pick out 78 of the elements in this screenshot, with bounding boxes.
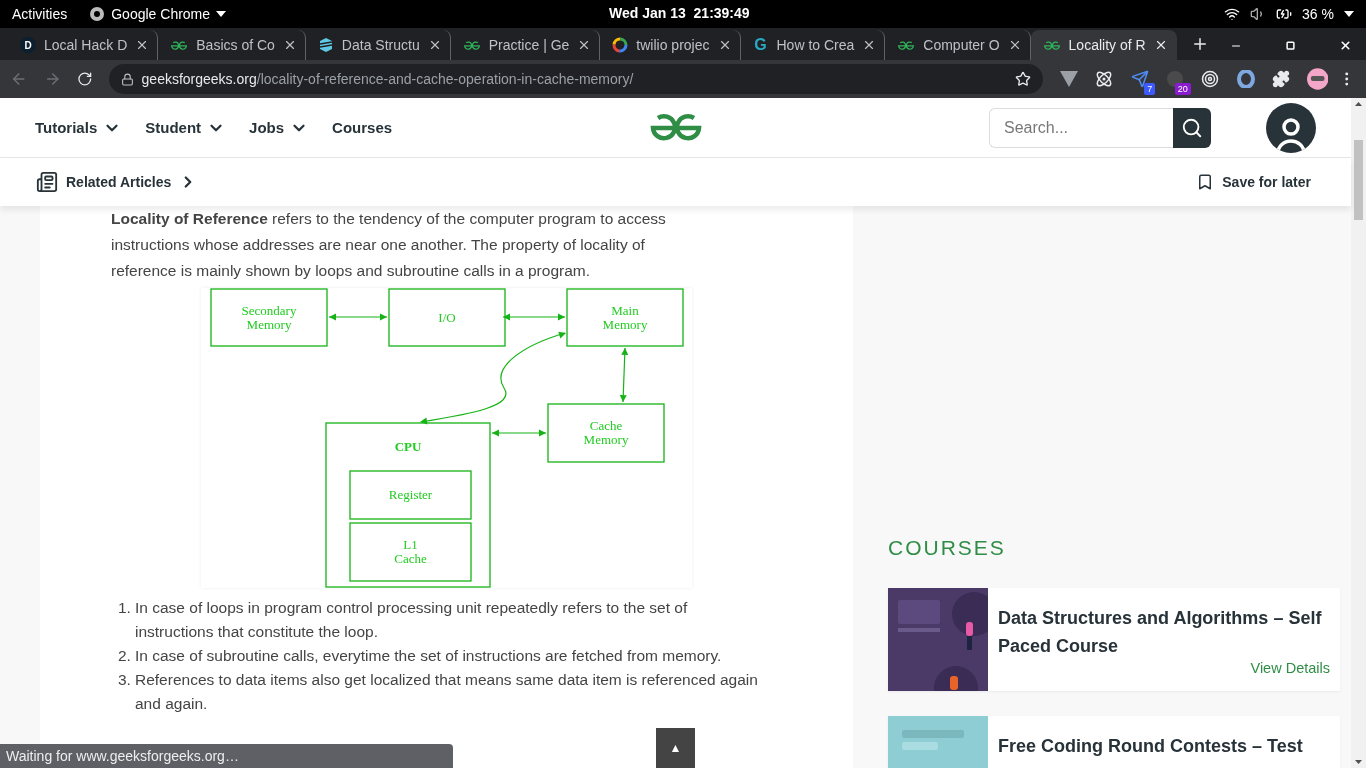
scrollbar-thumb[interactable] [1354, 140, 1363, 220]
target-icon[interactable] [1201, 70, 1220, 88]
search-icon [1181, 116, 1203, 139]
related-articles-link[interactable]: Related Articles [36, 171, 198, 193]
favicon: D [20, 37, 36, 53]
view-details-link[interactable]: View Details [1250, 660, 1330, 676]
scrollbar[interactable] [1351, 98, 1366, 768]
box-label: Register [388, 487, 433, 502]
caret-icon [1344, 11, 1354, 17]
list-number: 1. [118, 598, 130, 618]
search-field[interactable]: Search... [989, 107, 1173, 148]
favicon [317, 37, 334, 53]
scroll-top-button[interactable]: ▲ [656, 728, 695, 768]
course-card[interactable]: Data Structures and Algorithms – Self Paced Course View Details [888, 588, 1340, 691]
activities-button[interactable]: Activities [12, 6, 68, 22]
save-for-later-link[interactable]: Save for later [1196, 173, 1311, 191]
double-arrow [491, 429, 547, 437]
star-icon[interactable] [1014, 71, 1031, 87]
favicon [612, 37, 629, 53]
intro-paragraph: Locality of Reference refers to the tendency of the computer program to access instructions whose addresses are near one another. The property of locality of reference is mainly shown by loops and subroutine calls in a program. [111, 209, 667, 281]
box-label: I/O [438, 309, 456, 325]
circle-icon[interactable] [1166, 70, 1184, 88]
url-host: geeksforgeeks.org [141, 71, 257, 87]
list-item-text: In case of subroutine calls, everytime the set of instructions are fetched from memory. [135, 646, 723, 666]
favicon [1042, 40, 1061, 50]
nav-menu[interactable]: Jobs [249, 118, 309, 137]
browser-tab[interactable]: Locality of R [1030, 30, 1177, 60]
status-bubble: Waiting for www.geeksforgeeks.org… [0, 744, 453, 768]
avatar-icon[interactable] [1307, 68, 1329, 90]
paper-plane-icon[interactable] [1130, 70, 1149, 88]
app-menu[interactable]: Google Chrome [111, 6, 211, 22]
address-bar[interactable]: geeksforgeeks.org/locality-of-reference-and-cache-operation-in-cache-memory/ [108, 64, 1043, 94]
double-arrow [502, 313, 566, 321]
ring-icon[interactable] [1236, 70, 1255, 88]
box-label: CPU [394, 439, 422, 454]
caret-icon [216, 11, 227, 17]
favicon [462, 40, 481, 50]
course-card[interactable]: Free Coding Round Contests – Test [888, 716, 1340, 768]
atom-icon[interactable] [1095, 70, 1114, 88]
articles-icon [36, 171, 58, 193]
battery-icon[interactable] [1276, 6, 1293, 22]
maximize-icon[interactable] [1286, 41, 1295, 50]
puzzle-icon[interactable] [1272, 70, 1291, 88]
box-label: Secondary Memory [241, 302, 297, 332]
triangle-icon[interactable] [1059, 71, 1078, 87]
user-avatar[interactable] [1266, 102, 1316, 153]
scroll-down-icon[interactable] [1355, 760, 1362, 764]
search-button[interactable] [1173, 107, 1211, 148]
list-number: 2. [118, 646, 130, 666]
double-arrow [328, 313, 388, 321]
favicon: G [753, 37, 768, 53]
favicon [170, 40, 189, 50]
list-item-text: In case of loops in program control processing unit repeatedly refers to the set of instructions that constitute the loop. [135, 598, 689, 642]
count-badge: 20 [1174, 83, 1191, 95]
count-badge: 7 [1144, 83, 1156, 95]
wifi-icon[interactable] [1224, 6, 1241, 22]
course-title: Data Structures and Algorithms – Self Paced Course [998, 607, 1323, 658]
reload-icon[interactable] [77, 71, 93, 87]
box-label: L1 Cache [394, 537, 427, 566]
battery-level: 36 % [1302, 6, 1334, 22]
clock[interactable]: Wed Jan 13 21:39:49 [609, 5, 750, 21]
list-item-text: References to data items also get localized that means same data item is referenced again and again. [135, 670, 759, 714]
double-arrow [619, 347, 629, 403]
site-logo[interactable] [648, 113, 704, 141]
favicon [897, 40, 916, 50]
url-path: /locality-of-reference-and-cache-operation-in-cache-memory/ [256, 71, 634, 87]
section-heading: COURSES [888, 536, 1007, 560]
list-number: 3. [118, 670, 130, 690]
nav-menu[interactable]: Student [145, 118, 226, 137]
nav-menu[interactable]: Courses [332, 119, 393, 136]
app-icon [89, 6, 106, 22]
box-label: Main Memory [602, 302, 648, 332]
close-icon[interactable] [1339, 39, 1352, 52]
course-title: Free Coding Round Contests – Test [998, 735, 1304, 758]
scroll-up-icon[interactable] [1355, 102, 1362, 106]
nav-menu[interactable]: Tutorials [35, 118, 122, 137]
box-label: Cache Memory [583, 418, 629, 447]
lock-icon [120, 72, 134, 86]
